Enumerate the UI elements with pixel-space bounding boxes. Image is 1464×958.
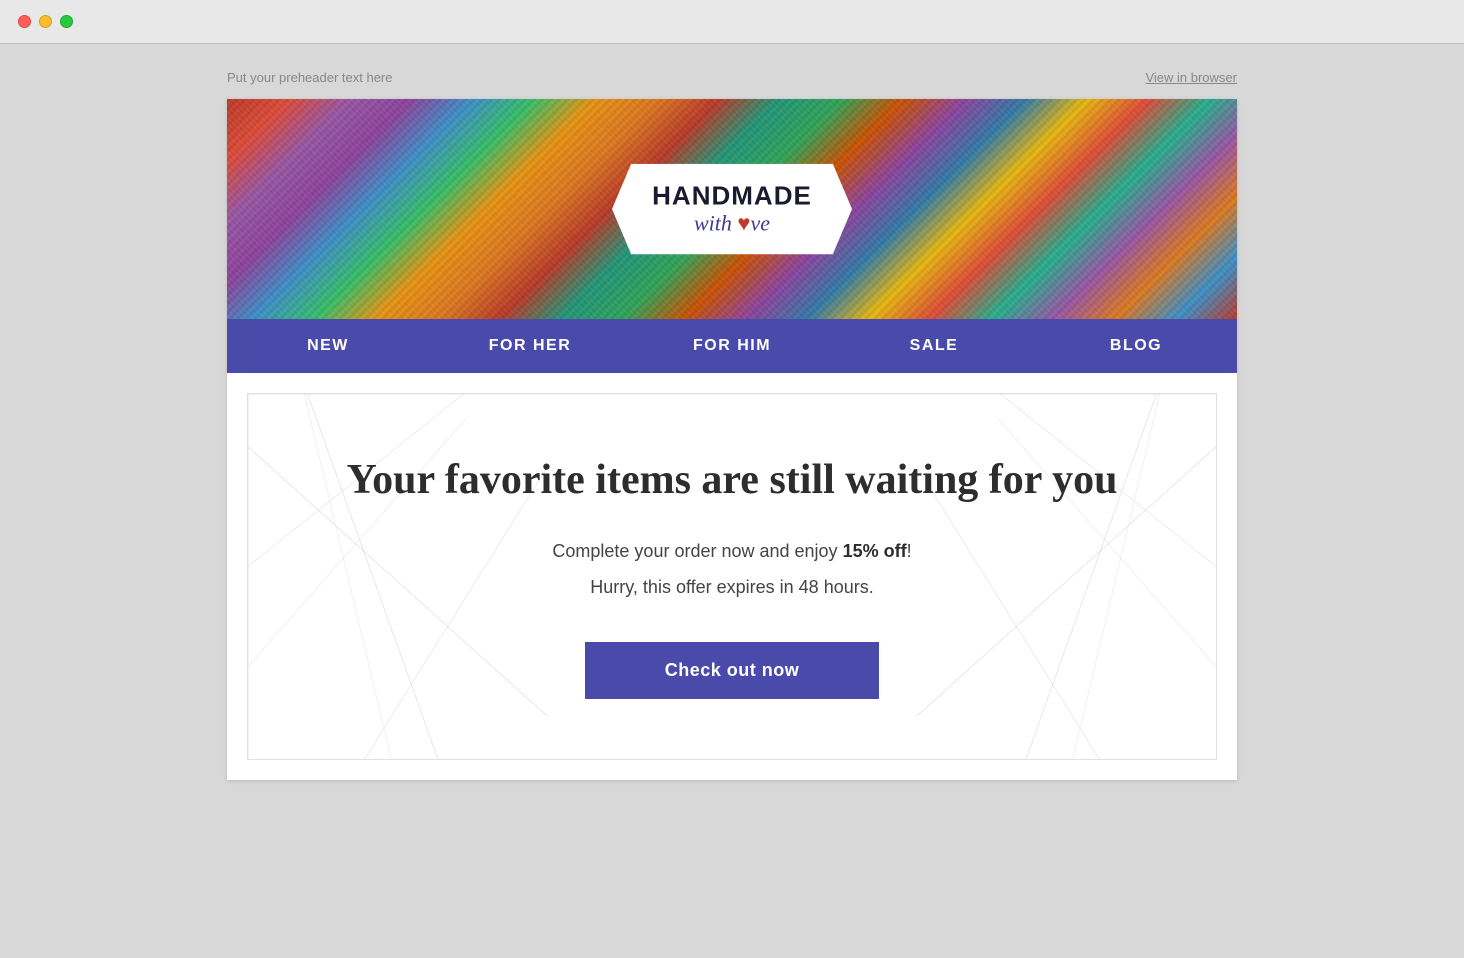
- minimize-button[interactable]: [39, 15, 52, 28]
- logo-subtitle-post: ve: [750, 210, 770, 235]
- logo-heart-icon: ♥: [737, 210, 750, 235]
- nav-item-blog[interactable]: BLOG: [1035, 319, 1237, 373]
- maximize-button[interactable]: [60, 15, 73, 28]
- navigation-bar: NEW FOR HER FOR HIM SALE BLOG: [227, 319, 1237, 373]
- window-titlebar: [0, 0, 1464, 44]
- nav-item-sale[interactable]: SALE: [833, 319, 1035, 373]
- logo-subtitle: with ♥ve: [652, 210, 812, 236]
- subtext-line2: Hurry, this offer expires in 48 hours.: [328, 573, 1136, 602]
- preheader-text: Put your preheader text here: [227, 70, 393, 85]
- close-button[interactable]: [18, 15, 31, 28]
- subtext-line1: Complete your order now and enjoy 15% of…: [328, 537, 1136, 566]
- subtext-line1-post: !: [907, 541, 912, 561]
- email-client-area: Put your preheader text here View in bro…: [0, 44, 1464, 958]
- email-container: HANDMADE with ♥ve NEW FOR HER FOR HIM SA…: [227, 99, 1237, 780]
- subtext-line1-pre: Complete your order now and enjoy: [552, 541, 842, 561]
- subtext-discount: 15% off: [843, 541, 907, 561]
- logo-title: HANDMADE: [652, 182, 812, 211]
- hero-header: HANDMADE with ♥ve: [227, 99, 1237, 319]
- nav-item-new[interactable]: NEW: [227, 319, 429, 373]
- logo-badge: HANDMADE with ♥ve: [612, 164, 852, 255]
- nav-item-for-her[interactable]: FOR HER: [429, 319, 631, 373]
- logo-subtitle-pre: with: [694, 210, 737, 235]
- preheader-bar: Put your preheader text here View in bro…: [227, 64, 1237, 99]
- content-card: Your favorite items are still waiting fo…: [247, 393, 1217, 760]
- card-content: Your favorite items are still waiting fo…: [328, 454, 1136, 699]
- checkout-button[interactable]: Check out now: [585, 642, 880, 699]
- main-heading: Your favorite items are still waiting fo…: [328, 454, 1136, 507]
- nav-item-for-him[interactable]: FOR HIM: [631, 319, 833, 373]
- view-in-browser-link[interactable]: View in browser: [1145, 70, 1237, 85]
